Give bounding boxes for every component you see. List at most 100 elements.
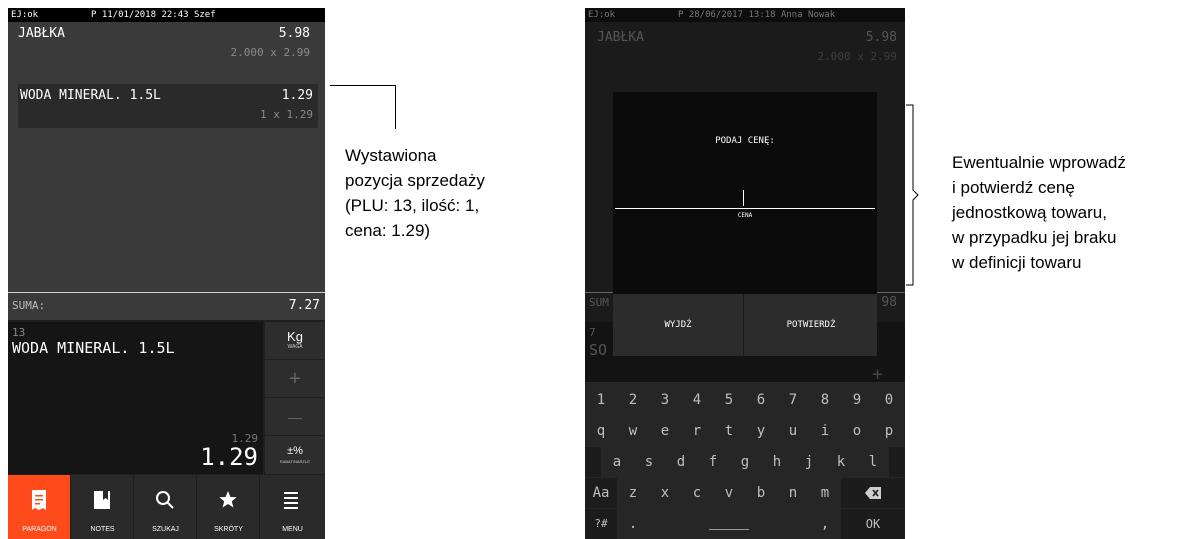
price-input[interactable] bbox=[615, 208, 875, 209]
nav-skroty[interactable]: SKRÓTY bbox=[197, 475, 260, 539]
entry-panel[interactable]: 13 WODA MINERAL. 1.5L 1.29 1.29 bbox=[8, 322, 263, 474]
annotation-connector bbox=[330, 85, 396, 86]
status-bar: EJ:ok P 28/06/2017 13:18 Anna Nowak bbox=[585, 8, 905, 22]
nav-label: SZUKAJ bbox=[152, 526, 179, 533]
status-info: P 28/06/2017 13:18 Anna Nowak bbox=[678, 10, 836, 20]
menu-icon bbox=[284, 492, 298, 509]
key[interactable]: s bbox=[633, 447, 665, 477]
receipt-row-selected[interactable]: WODA MINERAL. 1.5L 1.29 1 x 1.29 bbox=[18, 84, 318, 128]
entry-price: 1.29 bbox=[200, 443, 258, 471]
nav-menu[interactable]: MENU bbox=[260, 475, 325, 539]
key[interactable]: z bbox=[617, 478, 649, 508]
key[interactable]: h bbox=[761, 447, 793, 477]
sum-value: 7.27 bbox=[288, 298, 320, 313]
sum-row: SUMA: 7.27 bbox=[8, 293, 325, 320]
key[interactable]: d bbox=[665, 447, 697, 477]
backspace-key[interactable] bbox=[841, 478, 905, 508]
backspace-icon bbox=[865, 487, 881, 499]
annotation-line: w definicji towaru bbox=[952, 253, 1082, 272]
bg-entry-name: SO bbox=[589, 341, 608, 359]
key[interactable]: 3 bbox=[649, 385, 681, 415]
price-field-label: CENA bbox=[737, 212, 753, 219]
ok-key[interactable]: OK bbox=[841, 509, 905, 539]
key[interactable]: 0 bbox=[873, 385, 905, 415]
key[interactable]: g bbox=[729, 447, 761, 477]
weight-sublabel: WAGA bbox=[287, 344, 303, 350]
key[interactable]: v bbox=[713, 478, 745, 508]
key[interactable]: o bbox=[841, 416, 873, 446]
item-name: WODA MINERAL. 1.5L bbox=[20, 88, 161, 103]
discount-label: ±% bbox=[287, 445, 303, 457]
nav-label: PARAGON bbox=[22, 526, 57, 533]
annotation-line: jednostkową towaru, bbox=[952, 203, 1107, 222]
annotation-line: Wystawiona bbox=[345, 146, 437, 165]
item-amount: 5.98 bbox=[278, 26, 310, 41]
key[interactable]: n bbox=[777, 478, 809, 508]
dialog-buttons: WYJDŹ POTWIERDŹ bbox=[613, 294, 877, 356]
annotation-line: cena: 1.29) bbox=[345, 221, 431, 240]
status-bar: EJ:ok P 11/01/2018 22:43 Szef bbox=[8, 8, 325, 22]
discount-sublabel: RABAT/NARZUT bbox=[279, 459, 311, 464]
key[interactable]: 5 bbox=[713, 385, 745, 415]
search-icon bbox=[156, 491, 174, 509]
key[interactable]: 1 bbox=[585, 385, 617, 415]
text-cursor bbox=[743, 190, 744, 206]
comma-key[interactable]: , bbox=[809, 509, 841, 539]
item-amount: 1.29 bbox=[281, 88, 313, 103]
space-key[interactable] bbox=[649, 509, 809, 539]
confirm-button[interactable]: POTWIERDŹ bbox=[745, 294, 877, 356]
key[interactable]: 2 bbox=[617, 385, 649, 415]
annotation-line: pozycja sprzedaży bbox=[345, 171, 485, 190]
annotation-line: Ewentualnie wprowadź bbox=[952, 153, 1126, 172]
minus-button[interactable]: — bbox=[265, 398, 325, 436]
dot-key[interactable]: . bbox=[617, 509, 649, 539]
nav-notes[interactable]: NOTES bbox=[71, 475, 134, 539]
key[interactable]: p bbox=[873, 416, 905, 446]
plus-button[interactable]: + bbox=[265, 360, 325, 398]
bottom-nav: PARAGON NOTES SZUKAJ SKRÓTY MENU bbox=[8, 475, 325, 539]
key[interactable]: r bbox=[681, 416, 713, 446]
key[interactable]: e bbox=[649, 416, 681, 446]
key[interactable]: l bbox=[857, 447, 889, 477]
key[interactable]: k bbox=[825, 447, 857, 477]
key[interactable]: 7 bbox=[777, 385, 809, 415]
discount-button[interactable]: ±% RABAT/NARZUT bbox=[265, 436, 325, 474]
key[interactable]: 4 bbox=[681, 385, 713, 415]
key[interactable]: q bbox=[585, 416, 617, 446]
key[interactable]: f bbox=[697, 447, 729, 477]
nav-paragon[interactable]: PARAGON bbox=[8, 475, 71, 539]
key[interactable]: 6 bbox=[745, 385, 777, 415]
receipt-icon bbox=[32, 490, 46, 510]
key[interactable]: j bbox=[793, 447, 825, 477]
status-info: P 11/01/2018 22:43 Szef bbox=[91, 10, 216, 20]
key[interactable]: b bbox=[745, 478, 777, 508]
annotation-connector bbox=[395, 85, 396, 129]
shift-key[interactable]: Aa bbox=[585, 478, 617, 508]
weight-label: Kg bbox=[287, 329, 303, 344]
symbols-key[interactable]: ?# bbox=[585, 509, 617, 539]
nav-szukaj[interactable]: SZUKAJ bbox=[134, 475, 197, 539]
key[interactable]: a bbox=[601, 447, 633, 477]
receipt-list[interactable]: JABŁKA 5.98 2.000 x 2.99 WODA MINERAL. 1… bbox=[8, 22, 325, 294]
key[interactable]: m bbox=[809, 478, 841, 508]
bg-entry-plu: 7 bbox=[589, 326, 596, 339]
entry-plu: 13 bbox=[12, 326, 26, 339]
entry-name: WODA MINERAL. 1.5L bbox=[12, 339, 175, 357]
key[interactable]: x bbox=[649, 478, 681, 508]
nav-label: MENU bbox=[282, 526, 303, 533]
pos-screen-sale: EJ:ok P 11/01/2018 22:43 Szef JABŁKA 5.9… bbox=[8, 8, 325, 539]
key[interactable]: y bbox=[745, 416, 777, 446]
key[interactable]: u bbox=[777, 416, 809, 446]
bg-item-amount: 5.98 bbox=[865, 30, 897, 45]
key[interactable]: 9 bbox=[841, 385, 873, 415]
key[interactable]: 8 bbox=[809, 385, 841, 415]
key[interactable]: c bbox=[681, 478, 713, 508]
weight-button[interactable]: Kg WAGA bbox=[265, 322, 325, 360]
nav-label: NOTES bbox=[90, 526, 115, 533]
key[interactable]: t bbox=[713, 416, 745, 446]
annotation-bracket bbox=[906, 104, 919, 286]
exit-button[interactable]: WYJDŹ bbox=[613, 294, 744, 356]
key[interactable]: i bbox=[809, 416, 841, 446]
key[interactable]: w bbox=[617, 416, 649, 446]
bg-sum-label: SUM bbox=[589, 296, 609, 309]
